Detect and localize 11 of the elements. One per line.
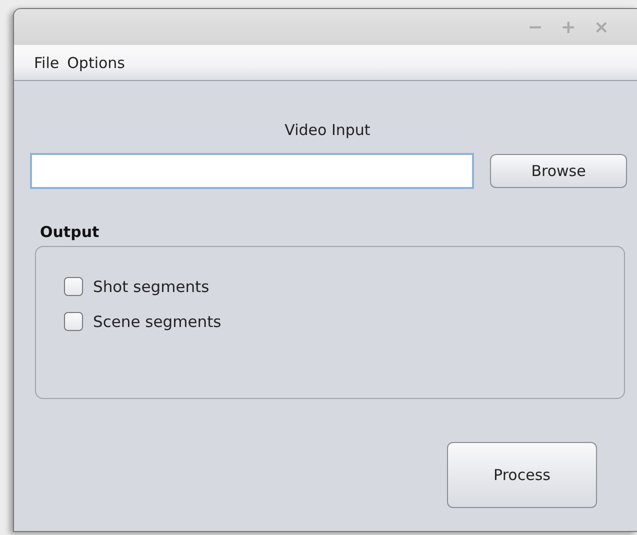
checkbox[interactable]	[64, 312, 83, 331]
checkbox-label: Shot segments	[93, 278, 210, 296]
video-input-field[interactable]	[30, 153, 474, 189]
video-input-label: Video Input	[284, 121, 372, 139]
checkbox[interactable]	[64, 277, 83, 296]
output-heading: Output	[40, 223, 100, 241]
checkbox-label: Scene segments	[93, 312, 222, 330]
menu-item[interactable]: File	[34, 54, 60, 72]
browse-button[interactable]: Browse	[490, 154, 627, 188]
menu-item[interactable]: Options	[67, 54, 125, 72]
process-button[interactable]: Process	[447, 442, 597, 508]
